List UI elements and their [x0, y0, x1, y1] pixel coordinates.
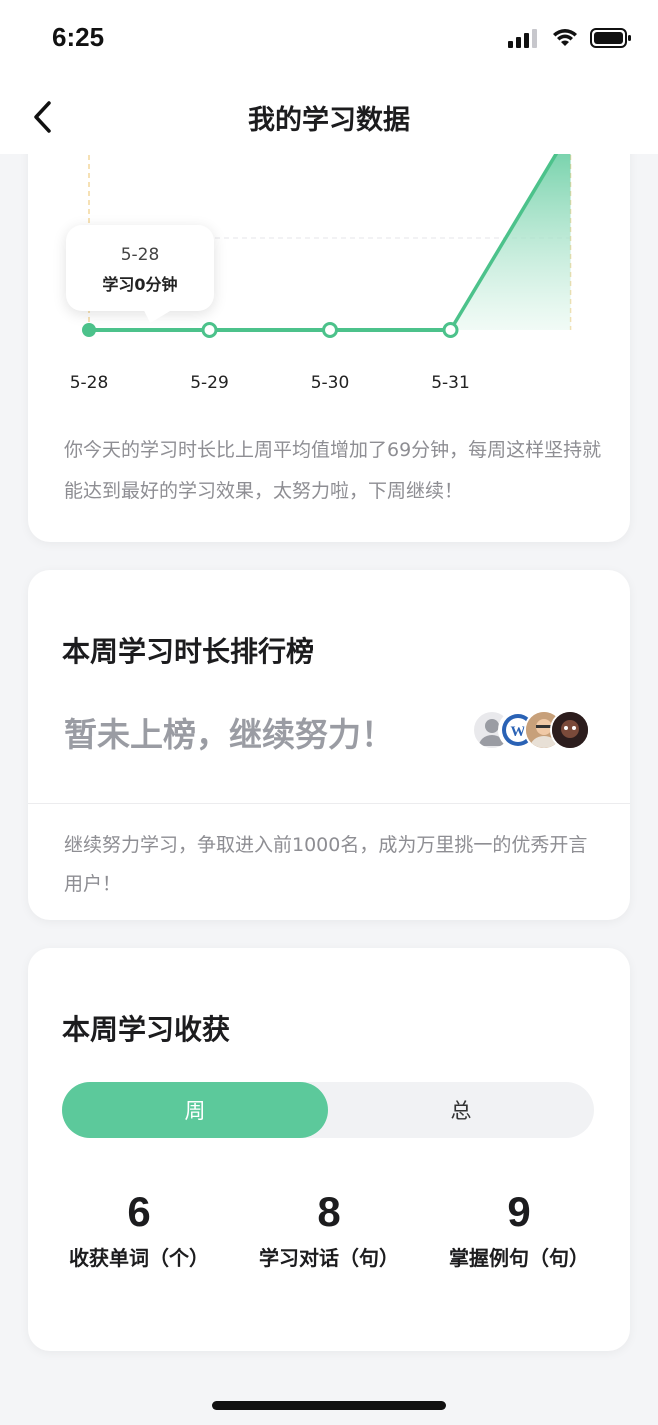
stat-value: 9 — [507, 1188, 531, 1235]
data-point — [201, 322, 218, 338]
tab-week[interactable]: 周 — [62, 1082, 328, 1138]
avatar — [550, 710, 590, 750]
wifi-icon — [553, 29, 577, 46]
data-point — [322, 322, 338, 338]
x-tick-label: 5-31 — [431, 373, 470, 393]
status-bar: 6:25 — [0, 0, 658, 84]
status-time: 6:25 — [52, 22, 105, 52]
x-tick-label: 5-30 — [311, 373, 350, 393]
x-tick-label: 5-28 — [70, 373, 109, 393]
stat-value: 8 — [317, 1188, 341, 1235]
period-toggle[interactable]: 周 总 — [62, 1082, 594, 1138]
home-indicator[interactable] — [212, 1401, 446, 1410]
data-point-active — [82, 323, 96, 337]
nav-bar: 我的学习数据 — [0, 84, 658, 154]
page-title: 我的学习数据 — [248, 105, 410, 136]
data-point — [442, 322, 459, 338]
tooltip-date: 5-28 — [120, 245, 160, 265]
stat-value: 6 — [127, 1188, 151, 1235]
x-tick-label: 5-29 — [190, 373, 229, 393]
chart-tooltip: 5-28 学习0分钟 — [66, 225, 214, 311]
tooltip-text: 学习0分钟 — [102, 275, 178, 294]
harvest-title: 本周学习收获 — [62, 1013, 231, 1046]
user-photo-icon — [552, 712, 588, 748]
ranking-card[interactable]: 本周学习时长排行榜 暂未上榜，继续努力！ W 继续努力学习，争取进入前1000名… — [28, 570, 630, 920]
stat-label: 收获单词（个） — [69, 1246, 209, 1270]
ranking-status: 暂未上榜，继续努力！ — [64, 715, 394, 754]
status-icons — [508, 28, 632, 48]
stat-dialogues: 8 学习对话（句） — [244, 1188, 414, 1271]
chart-description: 你今天的学习时长比上周平均值增加了69分钟，每周这样坚持就能达到最好的学习效果，… — [64, 439, 602, 502]
harvest-stats: 6 收获单词（个） 8 学习对话（句） 9 掌握例句（句） — [28, 1188, 630, 1271]
tab-total[interactable]: 总 — [328, 1082, 594, 1138]
stat-words: 6 收获单词（个） — [54, 1188, 224, 1271]
stat-sentences: 9 掌握例句（句） — [434, 1188, 604, 1271]
cellular-signal-icon — [508, 29, 537, 48]
stat-label: 学习对话（句） — [259, 1246, 399, 1270]
stat-label: 掌握例句（句） — [449, 1246, 589, 1270]
study-chart-card: 5-28 5-29 5-30 5-31 5-28 学习0分钟 你今天的学习时长比上周平… — [28, 130, 630, 542]
divider — [28, 803, 630, 804]
harvest-card: 本周学习收获 周 总 6 收获单词（个） 8 学习对话（句） 9 掌握例句（句） — [28, 948, 630, 1351]
battery-icon — [590, 28, 631, 48]
ranking-title: 本周学习时长排行榜 — [62, 635, 315, 668]
ranking-avatars[interactable]: W — [472, 710, 590, 750]
ranking-description: 继续努力学习，争取进入前1000名，成为万里挑一的优秀开言用户！ — [64, 834, 588, 895]
